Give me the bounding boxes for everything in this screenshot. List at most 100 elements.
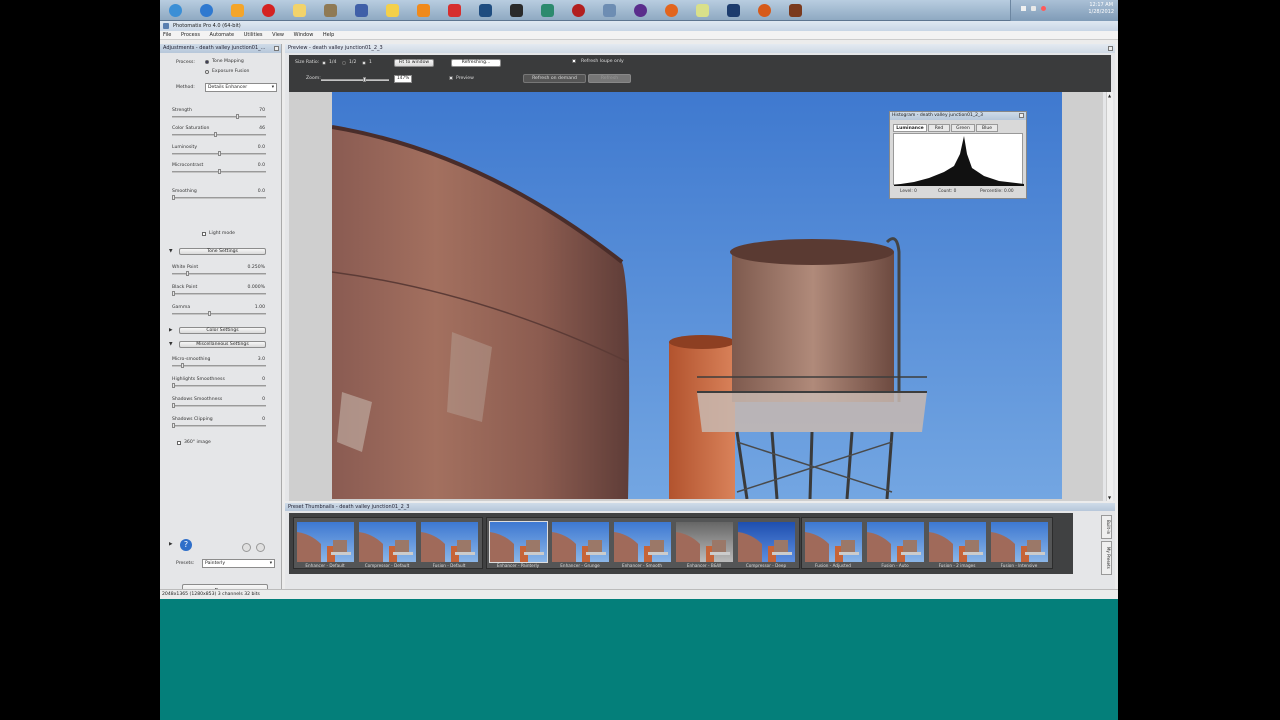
adjust-slider[interactable] <box>172 195 266 200</box>
taskbar-button[interactable] <box>381 2 404 19</box>
taskbar-button[interactable] <box>288 2 311 19</box>
menu-utilities[interactable]: Utilities <box>244 32 263 38</box>
tone-slider[interactable] <box>172 311 266 316</box>
expand-arrow-icon[interactable]: ▶ <box>169 542 173 547</box>
radio-tone-mapping[interactable] <box>205 60 209 64</box>
scroll-down-icon[interactable]: ▼ <box>1108 495 1111 500</box>
taskbar-button[interactable] <box>319 2 342 19</box>
preset-thumbnail[interactable] <box>805 522 862 562</box>
preview-close-icon[interactable] <box>1108 46 1113 51</box>
refresh-loupe-checkbox[interactable] <box>572 59 576 63</box>
menu-view[interactable]: View <box>272 32 284 38</box>
preset-thumbnail[interactable] <box>297 522 354 562</box>
panel-close-icon[interactable] <box>274 46 279 51</box>
taskbar-button[interactable] <box>753 2 776 19</box>
volume-icon[interactable] <box>1031 6 1036 11</box>
preset-thumbnail[interactable] <box>359 522 416 562</box>
presets-select[interactable]: Painterly ▾ <box>202 559 275 568</box>
preset-thumbnail[interactable] <box>676 522 733 562</box>
color-settings-toggle-icon[interactable]: ▶ <box>169 328 173 333</box>
taskbar-button[interactable] <box>629 2 652 19</box>
preset-thumbnail[interactable] <box>929 522 986 562</box>
slider-thumb[interactable] <box>172 403 175 408</box>
slider-thumb[interactable] <box>181 363 184 368</box>
built-in-tab[interactable]: Built-in <box>1101 515 1112 539</box>
menu-file[interactable]: File <box>163 32 171 38</box>
tone-slider[interactable] <box>172 291 266 296</box>
menu-window[interactable]: Window <box>294 32 314 38</box>
slider-thumb[interactable] <box>236 114 239 119</box>
taskbar-button[interactable] <box>536 2 559 19</box>
tone-settings-button[interactable]: Tone Settings <box>179 248 266 255</box>
taskbar-button[interactable] <box>660 2 683 19</box>
slider-thumb[interactable] <box>172 195 175 200</box>
slider-thumb[interactable] <box>172 383 175 388</box>
clock[interactable]: 12:17 AM 1/28/2012 <box>1088 2 1114 16</box>
taskbar-button[interactable] <box>722 2 745 19</box>
menu-process[interactable]: Process <box>181 32 200 38</box>
tab-red[interactable]: Red <box>928 124 950 132</box>
taskbar-button[interactable] <box>350 2 373 19</box>
tab-luminance[interactable]: Luminance <box>893 124 927 132</box>
adjust-slider[interactable] <box>172 132 266 137</box>
light-mode-checkbox[interactable] <box>202 232 206 236</box>
flag-icon[interactable] <box>1041 6 1046 11</box>
misc-slider[interactable] <box>172 363 266 368</box>
tone-settings-toggle-icon[interactable]: ▼ <box>169 249 173 254</box>
preset-thumbnail[interactable] <box>867 522 924 562</box>
taskbar-button[interactable] <box>691 2 714 19</box>
tab-green[interactable]: Green <box>951 124 975 132</box>
slider-thumb[interactable] <box>172 291 175 296</box>
help-icon[interactable]: ? <box>180 539 192 551</box>
fit-to-window-button[interactable]: Fit to window <box>394 59 434 67</box>
menu-automate[interactable]: Automate <box>210 32 235 38</box>
radio-exposure-fusion[interactable] <box>205 70 209 74</box>
misc-settings-button[interactable]: Miscellaneous Settings <box>179 341 266 348</box>
preset-thumbnail[interactable] <box>738 522 795 562</box>
preview-checkbox[interactable] <box>449 76 453 80</box>
preset-thumbnail[interactable] <box>991 522 1048 562</box>
slider-thumb[interactable] <box>208 311 211 316</box>
taskbar-button[interactable] <box>257 2 280 19</box>
adjust-slider[interactable] <box>172 151 266 156</box>
zoom-slider[interactable] <box>321 77 389 82</box>
load-preset-icon[interactable] <box>256 543 265 552</box>
network-icon[interactable] <box>1021 6 1026 11</box>
taskbar-button[interactable] <box>443 2 466 19</box>
taskbar-button[interactable] <box>195 2 218 19</box>
zoom-value-field[interactable]: 147% <box>394 75 412 83</box>
preset-thumbnail[interactable] <box>489 521 548 563</box>
misc-slider[interactable] <box>172 403 266 408</box>
refresh-on-demand-toggle[interactable]: Refresh on demand <box>523 74 586 83</box>
save-preset-icon[interactable] <box>242 543 251 552</box>
histogram-close-icon[interactable] <box>1019 113 1024 118</box>
slider-thumb[interactable] <box>214 132 217 137</box>
method-select[interactable]: Details Enhancer ▾ <box>205 83 277 92</box>
preset-thumbnail[interactable] <box>552 522 609 562</box>
preset-thumbnail[interactable] <box>614 522 671 562</box>
misc-slider[interactable] <box>172 423 266 428</box>
ratio-full-radio[interactable] <box>362 61 366 65</box>
slider-thumb[interactable] <box>218 169 221 174</box>
taskbar-button[interactable] <box>226 2 249 19</box>
adjust-slider[interactable] <box>172 114 266 119</box>
preview-scrollbar[interactable]: ▲ ▼ <box>1106 92 1113 501</box>
ratio-quarter-radio[interactable] <box>322 61 326 65</box>
zoom-slider-thumb[interactable] <box>363 77 366 82</box>
histogram-window[interactable]: Histogram - death valley junction01_2_3 … <box>889 111 1027 199</box>
refresh-button[interactable]: Refresh <box>588 74 631 83</box>
preset-thumbnail[interactable] <box>421 522 478 562</box>
taskbar-button[interactable] <box>598 2 621 19</box>
menu-help[interactable]: Help <box>323 32 334 38</box>
taskbar-button[interactable] <box>505 2 528 19</box>
adjust-slider[interactable] <box>172 169 266 174</box>
preview-image[interactable]: Histogram - death valley junction01_2_3 … <box>332 92 1062 499</box>
my-presets-tab[interactable]: My Presets <box>1101 541 1112 575</box>
color-settings-button[interactable]: Color Settings <box>179 327 266 334</box>
slider-thumb[interactable] <box>172 423 175 428</box>
taskbar-button[interactable] <box>567 2 590 19</box>
tab-blue[interactable]: Blue <box>976 124 998 132</box>
slider-thumb[interactable] <box>186 271 189 276</box>
tone-slider[interactable] <box>172 271 266 276</box>
misc-slider[interactable] <box>172 383 266 388</box>
